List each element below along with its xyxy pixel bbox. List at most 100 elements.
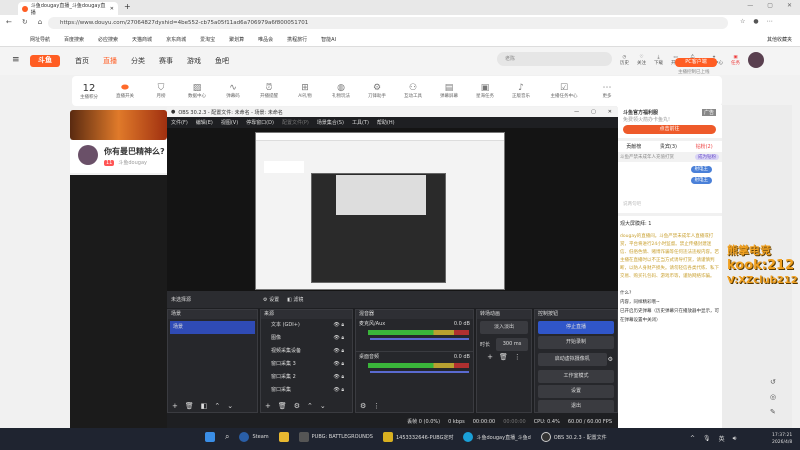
douyu-logo[interactable]: 斗鱼 bbox=[30, 55, 60, 67]
tray-volume-icon[interactable]: 🔊︎ bbox=[733, 435, 737, 443]
scene-item[interactable]: 场景 bbox=[170, 321, 255, 334]
audio-settings-icon[interactable]: ⚙ bbox=[360, 402, 366, 410]
obs-preview[interactable] bbox=[167, 128, 618, 291]
start-button[interactable] bbox=[205, 432, 215, 442]
studio-mode-button[interactable]: 工作室模式 bbox=[538, 370, 614, 383]
taskbar-explorer[interactable] bbox=[278, 432, 289, 442]
virtual-camera-button[interactable]: 启动虚拟摄像机 bbox=[538, 353, 607, 366]
nav-fishbar[interactable]: 鱼吧 bbox=[215, 56, 229, 66]
add-scene-icon[interactable]: + bbox=[172, 402, 178, 410]
source-item[interactable]: 视频采集设备 👁︎ 🔒︎ bbox=[261, 345, 352, 358]
tool-9[interactable]: ▤ 弹幕屏幕 bbox=[436, 83, 462, 99]
filter-icon[interactable]: ◧ bbox=[201, 402, 208, 410]
target-icon[interactable]: ◎ bbox=[770, 390, 776, 405]
follow-button[interactable]: ♡ 关注 bbox=[637, 55, 646, 66]
menu-tools[interactable]: 工具(T) bbox=[352, 119, 369, 126]
obs-close-icon[interactable]: ✕ bbox=[608, 109, 612, 115]
menu-profile[interactable]: 配置文件(P) bbox=[282, 119, 309, 126]
source-item[interactable]: 窗口采集 👁︎ 🔒︎ bbox=[261, 384, 352, 397]
remove-source-icon[interactable]: 🗑︎ bbox=[278, 402, 287, 410]
mixer-menu-icon[interactable]: ⋮ bbox=[373, 402, 380, 410]
source-item[interactable]: 窗口采集 3 👁︎ 🔒︎ bbox=[261, 358, 352, 371]
tool-8[interactable]: ⚇ 互动工具 bbox=[400, 83, 426, 99]
remove-scene-icon[interactable]: 🗑︎ bbox=[185, 402, 194, 410]
streamer-score[interactable]: 12 主播积分 bbox=[76, 83, 102, 100]
history-icon[interactable]: ↺ bbox=[770, 375, 776, 390]
transition-menu-icon[interactable]: ⋮ bbox=[514, 353, 521, 361]
tool-7[interactable]: ⚙︎ 刀锋助手 bbox=[364, 83, 390, 99]
browser-tab[interactable]: 斗鱼dougay直播_斗鱼dougay直播 ✕ bbox=[18, 2, 118, 16]
tab-diamond-fans[interactable]: 钻粉(2) bbox=[696, 143, 713, 150]
tasks-button[interactable]: ▣ 任务 bbox=[731, 55, 740, 66]
menu-icon[interactable]: ≡ bbox=[12, 55, 20, 65]
other-bookmarks[interactable]: 其他收藏夹 bbox=[767, 36, 792, 43]
menu-docks[interactable]: 停靠窗口(D) bbox=[246, 119, 274, 126]
virtual-camera-settings-icon[interactable]: ⚙ bbox=[608, 356, 617, 363]
bookmark-0[interactable]: 网址导航 bbox=[30, 36, 50, 43]
pc-client-button[interactable]: PC客户端 bbox=[675, 58, 717, 67]
exit-button[interactable]: 退出 bbox=[538, 400, 614, 413]
remove-transition-icon[interactable]: 🗑︎ bbox=[499, 353, 508, 361]
history-button[interactable]: ◷ 历史 bbox=[620, 55, 629, 66]
home-icon[interactable]: ⌂ bbox=[38, 18, 42, 26]
tray-ime-icon[interactable]: 英 bbox=[719, 434, 725, 443]
tool-12[interactable]: ☑ 主播任务中心 bbox=[544, 83, 584, 99]
nav-category[interactable]: 分类 bbox=[131, 56, 145, 66]
obs-minimize-icon[interactable]: — bbox=[574, 109, 579, 115]
menu-view[interactable]: 视图(V) bbox=[221, 119, 238, 126]
maximize-icon[interactable]: ▢ bbox=[767, 2, 773, 9]
start-recording-button[interactable]: 开始录制 bbox=[538, 336, 614, 349]
tab-contribution[interactable]: 贡献榜 bbox=[626, 143, 641, 150]
streamer-avatar[interactable] bbox=[78, 145, 98, 165]
volume-slider[interactable] bbox=[370, 338, 469, 340]
more-icon[interactable]: ⋯ bbox=[767, 18, 773, 25]
close-icon[interactable]: ✕ bbox=[787, 2, 792, 9]
tool-3[interactable]: ∿ 弹幕码 bbox=[220, 83, 246, 99]
tool-10[interactable]: ▣ 星海任务 bbox=[472, 83, 498, 99]
taskbar-app-3[interactable]: 1453332646-PUBG定时 bbox=[382, 432, 453, 442]
menu-edit[interactable]: 编辑(E) bbox=[196, 119, 213, 126]
add-source-icon[interactable]: + bbox=[265, 402, 271, 410]
refresh-icon[interactable]: ↻ bbox=[22, 18, 28, 26]
bookmark-2[interactable]: 必应搜索 bbox=[98, 36, 118, 43]
edit-icon[interactable]: ✎ bbox=[770, 405, 776, 420]
back-icon[interactable]: ← bbox=[6, 18, 12, 26]
bookmark-1[interactable]: 百度搜索 bbox=[64, 36, 84, 43]
source-properties-icon[interactable]: ⚙ bbox=[294, 402, 300, 410]
nav-live[interactable]: 直播 bbox=[103, 56, 117, 66]
bookmark-4[interactable]: 京东商城 bbox=[166, 36, 186, 43]
ad-button[interactable]: 点击前往 bbox=[623, 125, 716, 134]
tool-11[interactable]: ♪ 正版音乐 bbox=[508, 83, 534, 99]
tool-5[interactable]: ⊞ AI礼物 bbox=[292, 83, 318, 99]
profile-icon[interactable]: ● bbox=[753, 18, 758, 25]
duration-input[interactable]: 300 ms bbox=[496, 338, 528, 351]
search-input[interactable]: 老陈 bbox=[497, 52, 612, 66]
move-up-icon[interactable]: ⌃ bbox=[307, 402, 313, 410]
tool-1[interactable]: ⛉ 月榜 bbox=[148, 83, 174, 99]
menu-help[interactable]: 帮助(H) bbox=[377, 119, 395, 126]
room-banner[interactable] bbox=[70, 110, 167, 140]
tab-vip[interactable]: 贵宾(3) bbox=[660, 143, 677, 150]
bookmark-3[interactable]: 天猫商城 bbox=[132, 36, 152, 43]
tray-chevron-icon[interactable]: ^ bbox=[690, 435, 695, 442]
taskbar-steam[interactable]: Steam bbox=[239, 432, 269, 442]
taskbar-pubg[interactable]: PUBG: BATTLEGROUNDS bbox=[298, 432, 373, 442]
source-settings-button[interactable]: ⚙ 设置 bbox=[263, 296, 279, 303]
taskbar-edge[interactable]: 斗鱼dougay直播_斗鱼d bbox=[463, 432, 531, 442]
tool-13[interactable]: ⋯ 更多 bbox=[594, 83, 620, 99]
search-icon[interactable]: ⌕ bbox=[225, 432, 229, 442]
menu-file[interactable]: 文件(F) bbox=[171, 119, 188, 126]
move-up-icon[interactable]: ⌃ bbox=[214, 402, 220, 410]
obs-maximize-icon[interactable]: ▢ bbox=[591, 109, 596, 115]
taskbar-obs[interactable]: OBS 30.2.3 - 配置文件 bbox=[540, 432, 607, 442]
tool-0[interactable]: ⬬ 直播开关 bbox=[112, 83, 138, 99]
volume-slider[interactable] bbox=[370, 371, 469, 373]
move-down-icon[interactable]: ⌄ bbox=[227, 402, 233, 410]
tray-mic-icon[interactable]: 🎙︎ bbox=[703, 435, 711, 442]
move-down-icon[interactable]: ⌄ bbox=[320, 402, 326, 410]
add-transition-icon[interactable]: + bbox=[487, 353, 493, 361]
bookmark-9[interactable]: 智能AI bbox=[321, 36, 336, 43]
tool-2[interactable]: ▨ 数据中心 bbox=[184, 83, 210, 99]
menu-scene-collection[interactable]: 场景集合(S) bbox=[317, 119, 344, 126]
tool-6[interactable]: ◍ 礼物玩法 bbox=[328, 83, 354, 99]
